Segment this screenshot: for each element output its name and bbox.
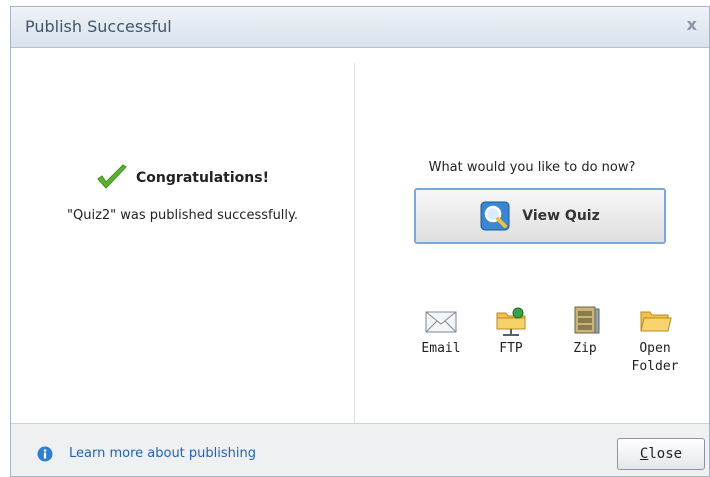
title-bar: Publish Successful x (11, 7, 709, 48)
learn-more-link[interactable]: Learn more about publishing (69, 446, 256, 461)
congrats-row: Congratulations! (11, 164, 354, 192)
publish-dialog: Publish Successful x Congratulations! "Q… (10, 6, 710, 477)
zip-archive-icon (574, 306, 600, 334)
close-button[interactable]: Close (617, 438, 705, 470)
open-folder-action[interactable]: Open Folder (625, 304, 685, 376)
dialog-footer: Learn more about publishing Close (11, 424, 709, 476)
ftp-action[interactable]: FTP (481, 304, 541, 358)
close-button-label: lose (648, 446, 683, 462)
magnifier-icon (480, 201, 510, 231)
zip-action[interactable]: Zip (555, 304, 615, 358)
ftp-label: FTP (499, 341, 523, 356)
info-icon (37, 446, 53, 462)
email-label: Email (421, 341, 461, 356)
zip-label: Zip (573, 341, 597, 356)
published-message: "Quiz2" was published successfully. (67, 208, 298, 223)
dialog-title: Publish Successful (25, 17, 172, 36)
view-quiz-label: View Quiz (522, 208, 600, 224)
congratulations-text: Congratulations! (136, 170, 269, 186)
open-folder-label-line1: Open (639, 341, 671, 356)
close-button-mnemonic: C (639, 446, 649, 462)
right-pane: What would you like to do now? View Quiz… (355, 48, 709, 423)
next-step-question: What would you like to do now? (428, 160, 636, 175)
left-pane: Congratulations! "Quiz2" was published s… (11, 48, 354, 423)
email-action[interactable]: Email (411, 304, 471, 358)
ftp-folder-icon (496, 307, 526, 336)
checkmark-icon (97, 164, 127, 189)
close-icon[interactable]: x (687, 15, 697, 34)
view-quiz-button[interactable]: View Quiz (414, 188, 666, 244)
envelope-icon (425, 311, 457, 333)
open-folder-label-line2: Folder (631, 359, 679, 374)
folder-icon (640, 311, 672, 332)
